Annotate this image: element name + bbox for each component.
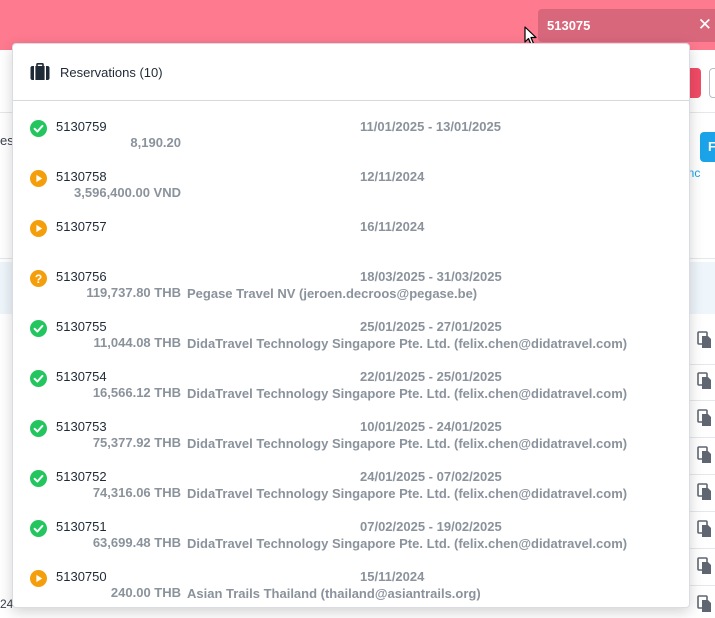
reservation-item[interactable]: 5130752 24/01/2025 - 07/02/2025 74,316.0… (13, 467, 689, 517)
copy-icon[interactable] (697, 331, 713, 349)
reservation-amount: 16,566.12 THB (92, 385, 181, 400)
briefcase-icon (30, 63, 50, 80)
play-circle-icon (30, 170, 47, 187)
search-input[interactable] (547, 18, 697, 33)
reservation-id: 5130755 (56, 319, 107, 334)
copy-icon[interactable] (697, 557, 713, 575)
check-circle-icon (30, 470, 47, 487)
background-primary-button[interactable]: F (700, 132, 715, 162)
reservation-dates: 24/01/2025 - 07/02/2025 (360, 469, 502, 484)
reservation-item[interactable]: 5130751 07/02/2025 - 19/02/2025 63,699.4… (13, 517, 689, 567)
section-title: Reservations (10) (60, 64, 163, 80)
reservation-amount: 119,737.80 THB (86, 285, 181, 300)
reservation-client: DidaTravel Technology Singapore Pte. Ltd… (187, 536, 628, 551)
reservation-id: 5130758 (56, 169, 107, 184)
background-secondary-button[interactable] (709, 68, 715, 98)
reservation-dates: 16/11/2024 (360, 219, 425, 234)
reservation-dates: 25/01/2025 - 27/01/2025 (360, 319, 502, 334)
play-circle-icon (30, 220, 47, 237)
copy-icon[interactable] (697, 520, 713, 538)
reservation-item[interactable]: 5130757 16/11/2024 (13, 217, 689, 267)
reservation-id: 5130750 (56, 569, 107, 584)
reservation-dates: 15/11/2024 (360, 569, 425, 584)
reservation-dates: 10/01/2025 - 24/01/2025 (360, 419, 502, 434)
copy-icon[interactable] (697, 372, 713, 390)
reservations-section-header: Reservations (10) (13, 44, 689, 101)
copy-icon[interactable] (697, 409, 713, 427)
reservation-client: DidaTravel Technology Singapore Pte. Ltd… (187, 486, 628, 501)
row-divider (690, 400, 715, 401)
copy-icon[interactable] (697, 595, 713, 613)
reservation-list: 5130759 11/01/2025 - 13/01/2025 8,190.20… (13, 101, 689, 607)
row-divider (690, 548, 715, 549)
reservation-amount: 74,316.06 THB (92, 485, 181, 500)
reservation-dates: 22/01/2025 - 25/01/2025 (360, 369, 502, 384)
reservation-item[interactable]: 5130750 15/11/2024 240.00 THB Asian Trai… (13, 567, 689, 607)
reservation-client: Pegase Travel NV (jeroen.decroos@pegase.… (187, 286, 478, 301)
check-circle-icon (30, 320, 47, 337)
reservation-item[interactable]: 5130754 22/01/2025 - 25/01/2025 16,566.1… (13, 367, 689, 417)
reservation-amount: 75,377.92 THB (92, 435, 181, 450)
global-search[interactable]: ✕ (538, 9, 715, 42)
reservation-item[interactable]: ? 5130756 18/03/2025 - 31/03/2025 119,73… (13, 267, 689, 317)
reservation-dates: 07/02/2025 - 19/02/2025 (360, 519, 502, 534)
reservation-dates: 11/01/2025 - 13/01/2025 (360, 119, 501, 134)
search-results-dropdown: Reservations (10) 5130759 11/01/2025 - 1… (12, 43, 690, 608)
reservation-amount: 63,699.48 THB (92, 535, 181, 550)
reservation-id: 5130759 (56, 119, 107, 134)
reservation-id: 5130754 (56, 369, 107, 384)
question-circle-icon: ? (30, 270, 47, 287)
reservation-amount: 3,596,400.00 VND (74, 185, 181, 200)
reservation-item[interactable]: 5130759 11/01/2025 - 13/01/2025 8,190.20 (13, 117, 689, 167)
check-circle-icon (30, 120, 47, 137)
reservation-item[interactable]: 5130755 25/01/2025 - 27/01/2025 11,044.0… (13, 317, 689, 367)
row-divider (690, 364, 715, 365)
reservation-id: 5130757 (56, 219, 107, 234)
row-divider (690, 585, 715, 586)
reservation-client: DidaTravel Technology Singapore Pte. Ltd… (187, 336, 628, 351)
reservation-amount: 240.00 THB (110, 585, 181, 600)
check-circle-icon (30, 420, 47, 437)
reservation-id: 5130751 (56, 519, 107, 534)
row-divider (690, 511, 715, 512)
reservation-item[interactable]: 5130753 10/01/2025 - 24/01/2025 75,377.9… (13, 417, 689, 467)
check-circle-icon (30, 370, 47, 387)
reservation-dates: 12/11/2024 (360, 169, 425, 184)
reservation-id: 5130752 (56, 469, 107, 484)
copy-icon[interactable] (697, 446, 713, 464)
reservation-id: 5130753 (56, 419, 107, 434)
play-circle-icon (30, 570, 47, 587)
reservation-amount: 11,044.08 THB (93, 335, 181, 350)
reservation-item[interactable]: 5130758 12/11/2024 3,596,400.00 VND (13, 167, 689, 217)
reservation-client: Asian Trails Thailand (thailand@asiantra… (187, 586, 481, 601)
close-icon[interactable]: ✕ (698, 15, 712, 35)
copy-icon[interactable] (697, 483, 713, 501)
reservation-client: DidaTravel Technology Singapore Pte. Ltd… (187, 386, 628, 401)
check-circle-icon (30, 520, 47, 537)
reservation-client: DidaTravel Technology Singapore Pte. Ltd… (187, 436, 628, 451)
row-divider (690, 437, 715, 438)
reservation-amount: 8,190.20 (130, 135, 181, 150)
row-divider (690, 474, 715, 475)
reservation-dates: 18/03/2025 - 31/03/2025 (360, 269, 502, 284)
svg-text:?: ? (35, 272, 42, 286)
reservation-id: 5130756 (56, 269, 107, 284)
